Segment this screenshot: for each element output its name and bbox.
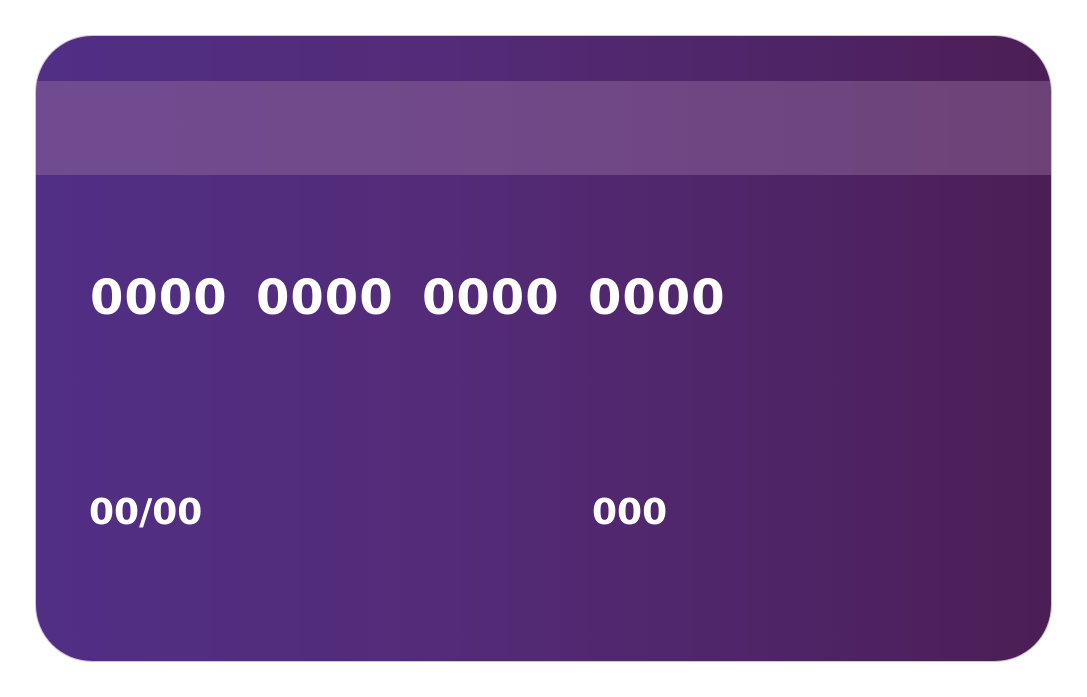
- card-expiry: 00/00: [89, 492, 203, 533]
- card-number-group-1: 0000: [90, 270, 228, 326]
- card-number: 0000 0000 0000 0000: [90, 268, 726, 328]
- card-number-group-4: 0000: [588, 270, 726, 326]
- credit-card-preview: 0000 0000 0000 0000 00/00 000: [36, 36, 1051, 661]
- magnetic-stripe: [36, 81, 1051, 175]
- card-number-group-2: 0000: [256, 270, 394, 326]
- card-number-group-3: 0000: [422, 270, 560, 326]
- card-cvv: 000: [592, 492, 668, 533]
